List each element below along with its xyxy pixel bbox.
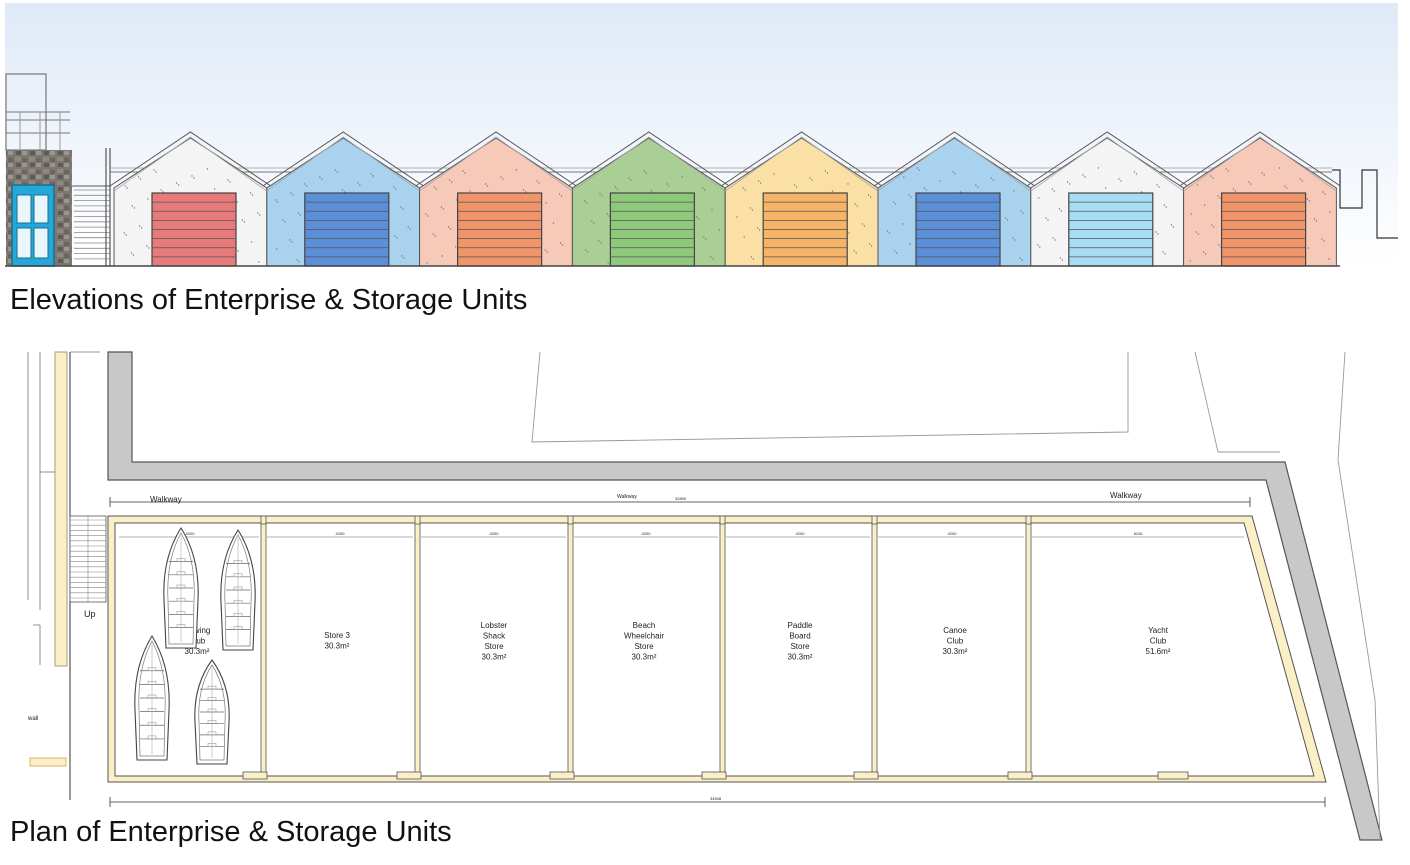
unit-label-line: 30.3m² <box>943 647 968 656</box>
plan-drawing: wall Up Walkway Walkway 32800 Walkway 34… <box>27 351 1383 841</box>
door-pier <box>1157 771 1189 780</box>
walkway-label-center: Walkway <box>617 494 637 500</box>
unit-label-line: Shack <box>483 632 506 641</box>
unit-label-line: 30.3m² <box>482 653 507 662</box>
bench <box>29 757 67 767</box>
unit-width-dimension: 4200 <box>490 531 500 536</box>
walkway-label-right: Walkway <box>1110 491 1142 500</box>
unit-label-line: 30.3m² <box>325 642 350 651</box>
unit-width-dimension: 4200 <box>948 531 958 536</box>
walkway-label-left: Walkway <box>150 495 182 504</box>
unit-label-line: Canoe <box>943 626 967 635</box>
unit-label-line: 30.3m² <box>632 653 657 662</box>
unit-label-line: Beach <box>633 621 656 630</box>
building-outline <box>107 515 1327 783</box>
stair-up-label: Up <box>84 609 96 619</box>
unit-label-line: Club <box>947 637 964 646</box>
unit-width-dimension: 4200 <box>796 531 806 536</box>
unit-width-dimension: 4200 <box>186 531 196 536</box>
unit-label-line: Store 3 <box>324 631 350 640</box>
unit-label-line: 30.3m² <box>788 653 813 662</box>
plan-stair <box>69 515 107 603</box>
unit-width-dimension: 4200 <box>336 531 346 536</box>
unit-label-line: Board <box>789 632 810 641</box>
unit-width-dimension: 4200 <box>642 531 652 536</box>
unit-label-line: Store <box>634 642 654 651</box>
plan-caption: Plan of Enterprise & Storage Units <box>10 816 452 848</box>
unit-label-line: Yacht <box>1148 626 1169 635</box>
top-total-dimension: 32800 <box>675 496 687 501</box>
bottom-total-dimension: 34508 <box>710 796 722 801</box>
wall-label: wall <box>27 716 38 722</box>
unit-label-line: Club <box>1150 637 1167 646</box>
unit-label-line: Wheelchair <box>624 632 664 641</box>
unit-width-dimension: 6116 <box>1134 531 1143 536</box>
unit-label-line: 51.6m² <box>1146 647 1171 656</box>
unit-label-line: Store <box>484 642 504 651</box>
unit-label-line: Store <box>790 642 810 651</box>
unit-label-line: Paddle <box>788 621 813 630</box>
unit-label-line: Lobster <box>481 621 508 630</box>
